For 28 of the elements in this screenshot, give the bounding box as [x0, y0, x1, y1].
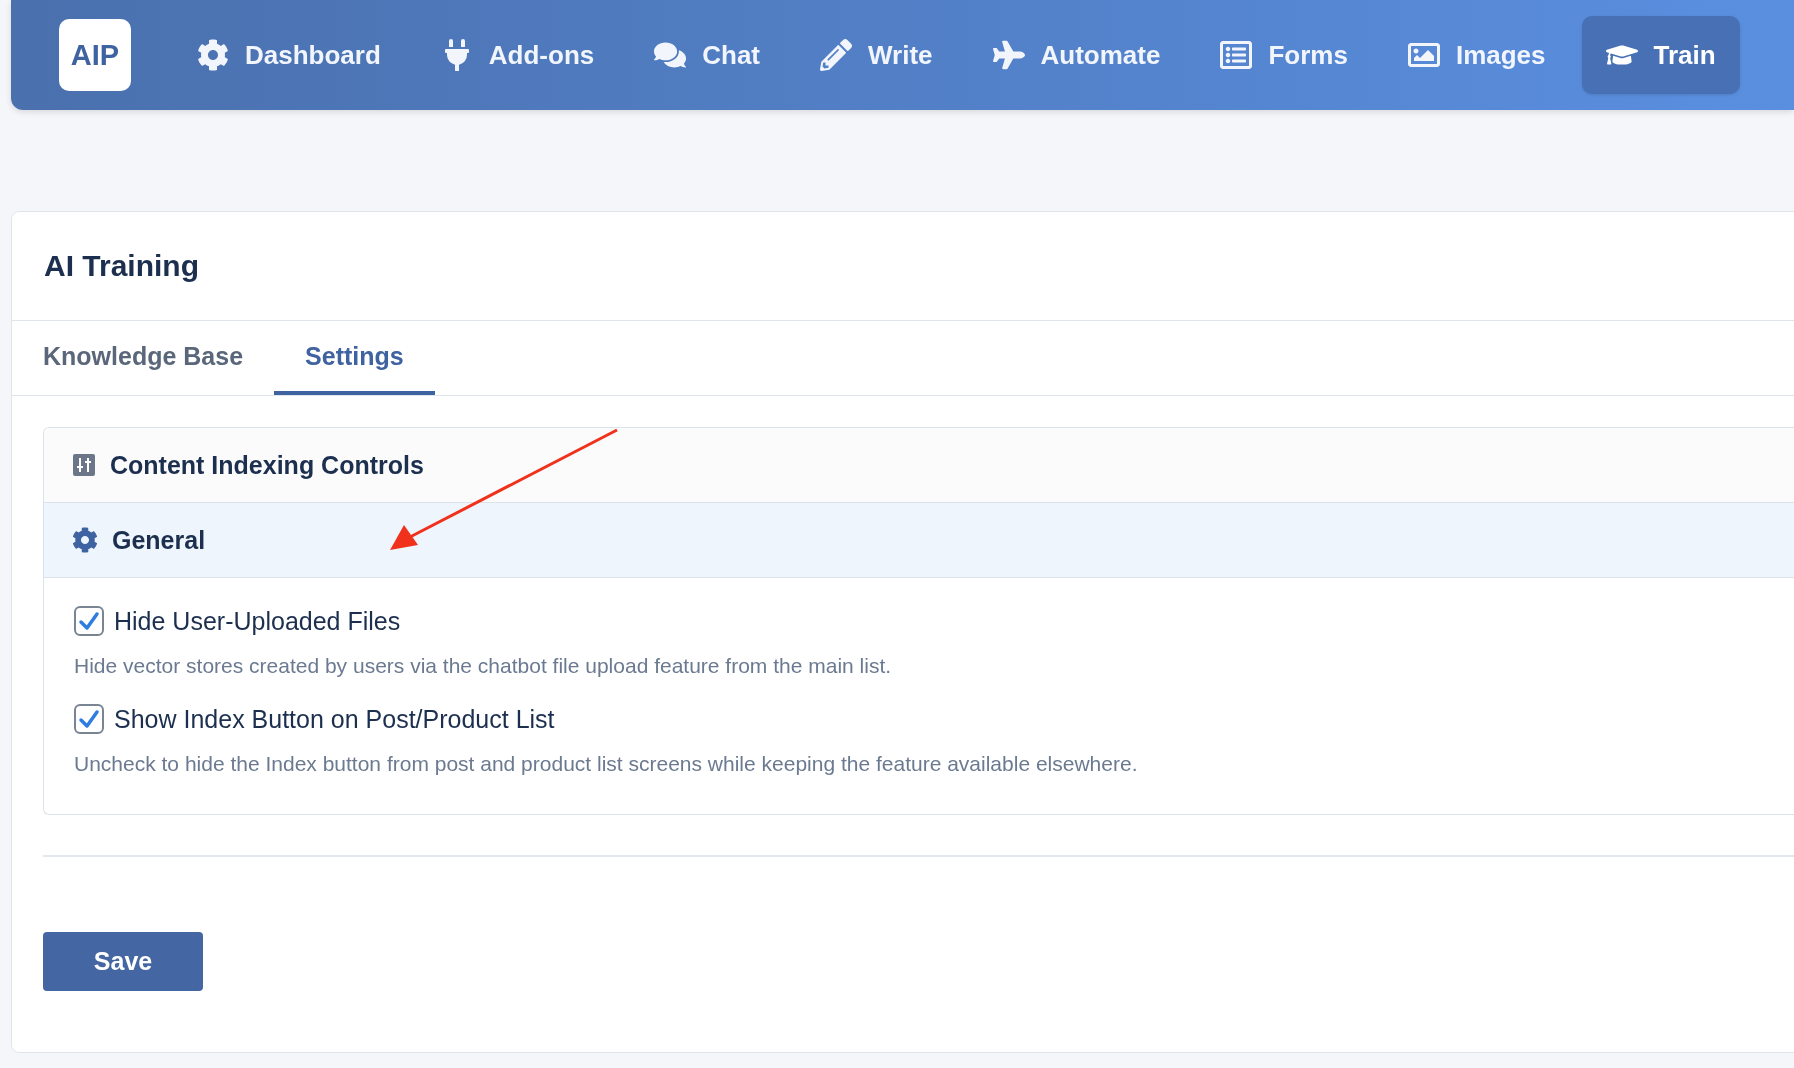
nav-item[interactable]: Add-ons: [416, 16, 619, 94]
logo[interactable]: AIP: [59, 19, 131, 91]
option-description: Uncheck to hide the Index button from post and product list screens while keeping the feature available elsewhere.: [74, 752, 1139, 776]
airplane-icon: [992, 39, 1025, 71]
tab[interactable]: Knowledge Base: [12, 321, 275, 395]
gear-icon: [72, 527, 98, 553]
nav-item[interactable]: Automate: [968, 16, 1185, 94]
checkbox[interactable]: [74, 606, 104, 636]
checkbox-label: Hide User-Uploaded Files: [114, 606, 401, 636]
section-title: Content Indexing Controls: [110, 450, 424, 480]
checkbox[interactable]: [74, 704, 104, 734]
save-button[interactable]: Save: [43, 932, 203, 991]
nav-item[interactable]: Write: [796, 16, 957, 94]
form-icon: [1220, 39, 1253, 71]
nav-item[interactable]: Forms: [1196, 16, 1372, 94]
section-header[interactable]: Content Indexing Controls: [44, 428, 1794, 503]
gear-icon: [197, 39, 229, 71]
section-title: General: [112, 525, 206, 555]
pencil-icon: [820, 39, 852, 71]
section-header[interactable]: General: [44, 503, 1794, 578]
nav-item[interactable]: Images: [1383, 16, 1570, 94]
nav-item[interactable]: Chat: [630, 16, 784, 94]
nav-item[interactable]: Dashboard: [173, 16, 405, 94]
option-description: Hide vector stores created by users via the chatbot file upload feature from the main list.: [74, 654, 893, 678]
checkbox-label: Show Index Button on Post/Product List: [114, 704, 555, 734]
nav-item[interactable]: Train: [1581, 16, 1740, 94]
page-title: AI Training: [12, 212, 1794, 321]
sliders-icon: [72, 453, 96, 477]
